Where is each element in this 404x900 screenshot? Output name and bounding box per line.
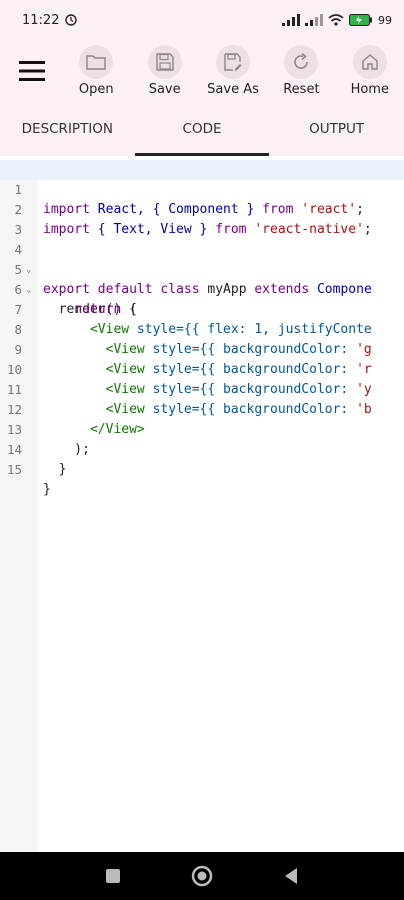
code-line-14[interactable]: 14 } bbox=[0, 420, 404, 477]
folder-icon bbox=[86, 55, 106, 70]
save-label: Save bbox=[148, 82, 181, 97]
system-navigation-bar bbox=[0, 852, 404, 900]
circle-home-icon bbox=[191, 865, 213, 887]
code-line-7[interactable]: 7 <View style={{ flex: 1, justifyConte bbox=[0, 280, 404, 337]
open-button[interactable]: Open bbox=[62, 45, 130, 97]
tab-description[interactable]: DESCRIPTION bbox=[0, 102, 135, 156]
code-line-1[interactable]: 1 import React, { Component } from 'reac… bbox=[0, 160, 404, 217]
save-as-button-bg bbox=[216, 45, 251, 79]
code-line-5[interactable]: 5 ⌄ render() { bbox=[0, 240, 404, 317]
code-text: } bbox=[43, 482, 51, 497]
code-line-10[interactable]: 10 <View style={{ backgroundColor: 'y bbox=[0, 340, 404, 397]
code-line-9[interactable]: 9 <View style={{ backgroundColor: 'r bbox=[0, 320, 404, 377]
wifi-icon bbox=[328, 14, 344, 26]
home-button[interactable]: Home bbox=[336, 45, 404, 97]
save-button-bg bbox=[147, 45, 182, 79]
back-triangle-icon bbox=[285, 868, 297, 884]
battery-icon bbox=[349, 14, 372, 26]
save-as-button[interactable]: Save As bbox=[199, 45, 267, 97]
toolbar: Open Save Save As Reset Home bbox=[0, 40, 404, 102]
status-time: 11:22 bbox=[22, 12, 60, 28]
code-line-4[interactable]: 4 ⌄ export default class myApp extends C… bbox=[0, 220, 404, 297]
reset-label: Reset bbox=[283, 82, 320, 97]
hamburger-menu-icon bbox=[19, 61, 46, 81]
home-icon bbox=[362, 54, 378, 70]
open-label: Open bbox=[78, 82, 114, 97]
home-label: Home bbox=[350, 82, 389, 97]
code-line-3[interactable]: 3 bbox=[0, 200, 404, 237]
save-icon bbox=[155, 53, 174, 71]
line-number: 15 bbox=[6, 462, 22, 477]
code-line-13[interactable]: 13 ); bbox=[0, 400, 404, 457]
home-button-bg bbox=[352, 45, 387, 79]
alarm-icon bbox=[65, 14, 78, 26]
code-editor[interactable]: 1 import React, { Component } from 'reac… bbox=[0, 160, 404, 852]
signal-icon bbox=[282, 14, 300, 26]
tab-output[interactable]: OUTPUT bbox=[269, 102, 404, 156]
back-button[interactable] bbox=[283, 867, 299, 885]
tab-code[interactable]: CODE bbox=[134, 102, 270, 156]
code-line-8[interactable]: 8 <View style={{ backgroundColor: 'g bbox=[0, 300, 404, 357]
open-button-bg bbox=[79, 45, 114, 79]
status-right: 99 bbox=[282, 14, 392, 27]
battery-level: 99 bbox=[378, 13, 392, 27]
save-as-label: Save As bbox=[207, 82, 259, 97]
home-nav-button[interactable] bbox=[191, 865, 213, 887]
code-line-12[interactable]: 12 </View> bbox=[0, 380, 404, 437]
save-as-icon bbox=[224, 53, 242, 71]
code-line-2[interactable]: 2 import { Text, View } from 'react-nati… bbox=[0, 180, 404, 237]
code-line-15[interactable]: 15 } bbox=[0, 440, 404, 497]
save-button[interactable]: Save bbox=[130, 45, 198, 97]
code-text: } bbox=[43, 462, 67, 477]
refresh-icon bbox=[294, 53, 309, 69]
signal-2-icon bbox=[305, 14, 323, 26]
code-line-11[interactable]: 11 <View style={{ backgroundColor: 'b bbox=[0, 360, 404, 417]
status-bar: 11:22 99 bbox=[0, 0, 404, 40]
recents-button[interactable] bbox=[105, 868, 121, 884]
reset-button[interactable]: Reset bbox=[267, 45, 335, 97]
status-left: 11:22 bbox=[22, 12, 78, 28]
menu-button[interactable] bbox=[14, 52, 50, 90]
tab-bar: DESCRIPTION CODE OUTPUT bbox=[0, 102, 404, 156]
reset-button-bg bbox=[284, 45, 319, 79]
square-icon bbox=[106, 869, 120, 883]
code-line-6[interactable]: 6 return ( bbox=[0, 260, 404, 317]
